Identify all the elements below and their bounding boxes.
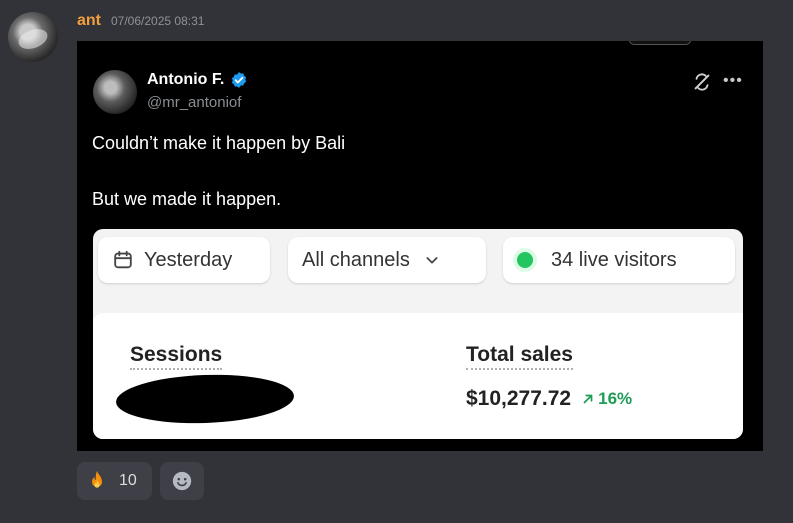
channel-filter-label: All channels	[302, 248, 410, 271]
verified-badge-icon	[232, 72, 247, 88]
total-sales-row: $10,277.72 16%	[466, 387, 632, 411]
total-sales-label: Total sales	[466, 343, 573, 370]
redacted-sessions-value	[115, 371, 295, 427]
embed-top-handle	[629, 41, 691, 45]
tweet-text-line1: Couldn’t make it happen by Bali	[92, 133, 346, 153]
tweet-author-handle[interactable]: @mr_antoniof	[147, 94, 241, 111]
tweet-author-name-row[interactable]: Antonio F.	[147, 71, 248, 89]
tweet-text-line2: But we made it happen.	[92, 189, 282, 209]
tweet-author-avatar[interactable]	[93, 70, 137, 114]
sessions-label: Sessions	[130, 343, 223, 370]
add-reaction-icon	[172, 471, 192, 491]
add-reaction-button[interactable]	[160, 462, 204, 500]
chevron-down-icon	[426, 257, 438, 264]
date-filter-label: Yesterday	[144, 248, 233, 271]
tweet-media-screenshot[interactable]: Yesterday All channels 34 live visitors …	[93, 229, 743, 439]
tweet-embed[interactable]: Antonio F. @mr_antoniof ••• Couldn’t mak…	[77, 41, 763, 451]
x-logo-icon[interactable]	[691, 71, 713, 93]
message-header: ant 07/06/2025 08:31	[77, 12, 204, 30]
tweet-author-name[interactable]: Antonio F.	[147, 71, 224, 89]
calendar-icon	[114, 250, 132, 269]
live-visitors-pill: 34 live visitors	[503, 237, 735, 283]
username[interactable]: ant	[77, 12, 101, 30]
reaction-fire-count: 10	[119, 472, 137, 489]
arrow-up-right-icon	[583, 394, 593, 404]
reactions-bar: 10	[77, 462, 204, 500]
metrics-card: Sessions Total sales $10,277.72 16%	[93, 313, 743, 439]
message-timestamp: 07/06/2025 08:31	[111, 14, 205, 28]
live-status-dot-icon	[517, 252, 533, 268]
sales-change-value: 16%	[598, 389, 633, 408]
total-sales-value: $10,277.72	[466, 387, 572, 410]
reaction-fire[interactable]: 10	[77, 462, 152, 500]
date-filter-pill: Yesterday	[98, 237, 270, 283]
fire-icon	[92, 471, 102, 488]
sales-change: 16%	[581, 389, 632, 409]
channel-filter-pill: All channels	[288, 237, 486, 283]
user-avatar[interactable]	[8, 12, 58, 62]
more-options-icon[interactable]: •••	[723, 72, 743, 90]
live-visitors-label: 34 live visitors	[551, 248, 677, 271]
